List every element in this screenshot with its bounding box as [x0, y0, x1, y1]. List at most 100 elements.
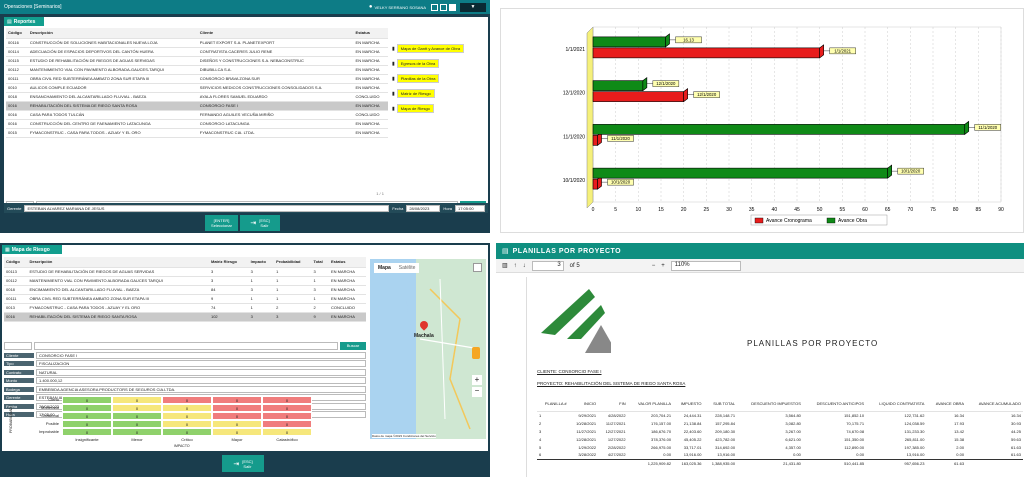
table-row[interactable]: 00112 MANTENIMIENTO VIAL CON PAVIMENTO AL… [6, 65, 388, 75]
matrix-cell[interactable]: 0 [162, 420, 212, 428]
report-item[interactable]: ▮ Mapa de Gantt y Avance de Obra [392, 44, 484, 53]
matrix-cell[interactable]: 0 [212, 404, 262, 412]
report-item[interactable]: ▮ Mapa de Riesgo [392, 104, 484, 113]
info-label: Contrato [4, 369, 34, 375]
column-header[interactable]: Cliente [197, 28, 354, 39]
fullscreen-icon[interactable] [473, 263, 482, 272]
matrix-cell[interactable]: 0 [112, 396, 162, 404]
column-header[interactable]: Estatus [353, 28, 388, 39]
risk-filter-input[interactable] [34, 341, 338, 350]
risk-search-button[interactable]: Buscar [340, 341, 366, 350]
pager[interactable]: 1 / 1 [376, 191, 384, 196]
matrix-cell[interactable]: 0 [62, 404, 112, 412]
column-header[interactable]: Código [6, 28, 28, 39]
table-cell: 9 [311, 312, 329, 322]
report-item[interactable]: ▮ Matriz de Riesgo [392, 89, 484, 98]
table-cell: 15.38 [954, 436, 965, 442]
chart-left-wall [586, 26, 594, 209]
report-label: Planillas de la Obra [396, 74, 440, 83]
table-row[interactable]: 00113 ESTUDIO DE REHABILITACIÓN DE RIEGOS… [4, 267, 366, 277]
table-row[interactable]: 00112 MANTENIMIENTO VIAL CON PAVIMENTO AL… [4, 276, 366, 286]
matrix-cell[interactable]: 0 [112, 428, 162, 436]
table-row[interactable]: 00111 OBRA CIVIL RED SUBTERRÁNEA AMBATO Z… [4, 294, 366, 304]
next-page-icon[interactable]: ↓ [523, 263, 526, 269]
risk-exit-button[interactable]: ⇥ [ESC] Salir [222, 455, 264, 472]
matrix-cell[interactable]: 0 [162, 412, 212, 420]
column-header[interactable]: Estatus [328, 257, 366, 268]
column-header[interactable]: Probabilidad [274, 257, 312, 268]
table-row[interactable]: 0016 CONSTRUCCIÓN DEL CENTRO DE FAENAMIEN… [6, 119, 388, 129]
matrix-cell[interactable]: 0 [62, 412, 112, 420]
column-header: LIQUIDO CONTRATISTA [866, 397, 927, 412]
table-row[interactable]: 0018 ENCIMAMIENTO DEL ALCANTARILLADO FLUV… [4, 285, 366, 295]
window-icon[interactable] [449, 3, 456, 11]
report-item[interactable]: ▮ Planillas de la Obra [392, 74, 484, 83]
prev-page-icon[interactable]: ↑ [514, 263, 517, 269]
matrix-cell[interactable]: 0 [212, 428, 262, 436]
matrix-cell[interactable]: 0 [112, 420, 162, 428]
matrix-cell[interactable]: 0 [162, 396, 212, 404]
table-cell: 13.42 [954, 428, 965, 434]
matrix-col-label: Crítico [181, 437, 193, 442]
matrix-cell[interactable]: 0 [212, 420, 262, 428]
table-row[interactable]: 00114 ADECUACIÓN DE ESPACIOS DEPORTIVOS D… [6, 47, 388, 57]
page-input[interactable]: 3 [531, 260, 564, 271]
pegman-icon[interactable] [472, 347, 480, 359]
map-tab-satellite[interactable]: Satélite [395, 263, 420, 273]
table-row[interactable]: 0016 REHABILITACIÓN DEL SISTEMA DE RIEGO … [4, 312, 366, 322]
matrix-cell[interactable]: 0 [112, 404, 162, 412]
zoom-in-icon[interactable]: + [661, 263, 665, 269]
exit-button[interactable]: ⇥ [ESC] Salir [240, 215, 280, 231]
matrix-cell[interactable]: 0 [62, 428, 112, 436]
matrix-cell[interactable]: 0 [262, 428, 312, 436]
risk-filter-select[interactable] [4, 341, 32, 350]
info-label: Cliente [4, 352, 34, 358]
column-header[interactable]: Total [311, 257, 329, 268]
matrix-cell[interactable]: 0 [262, 412, 312, 420]
matrix-cell[interactable]: 0 [212, 396, 262, 404]
table-row[interactable]: 0016 CASA PARA TODOS TULCÁN FERNANDO AGUIL… [6, 110, 388, 120]
table-cell: 17.93 [954, 420, 965, 426]
matrix-cell[interactable]: 0 [262, 404, 312, 412]
table-row[interactable]: 0013 FYMACONSTRUC - CASA PARA TODOS - AZU… [4, 303, 366, 313]
table-cell: 00113 [4, 267, 28, 277]
sidebar-toggle-icon[interactable]: ▥ [502, 262, 508, 269]
map-tab-map[interactable]: Mapa [374, 263, 395, 273]
table-row[interactable]: 0010 AULICOS COMPLE ECUADOR SERVICIOS MEDI… [6, 83, 388, 93]
matrix-cell[interactable]: 0 [162, 428, 212, 436]
zoom-select[interactable]: 110% [670, 260, 741, 271]
map-view[interactable]: Mapa Satélite Machala + − Datos de mapa … [370, 259, 486, 439]
table-row[interactable]: 00116 CONSTRUCCIÓN DE SOLUCIONES HABITACI… [6, 38, 388, 48]
matrix-cell[interactable]: 0 [62, 420, 112, 428]
table-row[interactable]: 00115 ESTUDIO DE REHABILITACIÓN DE RIEGOS… [6, 56, 388, 66]
x-tick-label: 15 [658, 207, 664, 213]
table-row[interactable]: 0016 REHABILITACIÓN DEL SISTEMA DE RIEGO … [6, 101, 388, 111]
column-header[interactable]: Matriz Riesgo [208, 257, 249, 268]
table-row[interactable]: 00111 OBRA CIVIL RED SUBTERRÁNEA AMBATO Z… [6, 74, 388, 84]
matrix-cell[interactable]: 0 [62, 396, 112, 404]
table-row[interactable]: 0015 FYMACONSTRUC - CASA PARA TODOS - AZU… [6, 128, 388, 138]
matrix-cell[interactable]: 0 [262, 420, 312, 428]
matrix-cell[interactable]: 0 [262, 396, 312, 404]
dropdown-button[interactable]: ▼ [460, 2, 486, 12]
refresh-icon[interactable] [431, 3, 438, 11]
zoom-in-button[interactable]: + [472, 375, 482, 385]
column-header[interactable]: Impacto [248, 257, 275, 268]
matrix-cell[interactable]: 0 [112, 412, 162, 420]
risk-panel: ▦ Mapa de Riesgo Código Descripción Matriz… [2, 245, 488, 451]
matrix-cell[interactable]: 0 [212, 412, 262, 420]
settings-icon[interactable] [440, 3, 447, 11]
matrix-cell[interactable]: 0 [162, 404, 212, 412]
report-item[interactable]: ▮ Egresos de la Obra [392, 59, 484, 68]
select-button[interactable]: [ENTER] Seleccionar [205, 215, 238, 231]
zoom-out-icon[interactable]: − [652, 263, 656, 269]
column-header[interactable]: Descripción [27, 28, 198, 39]
risk-exit-label: [ESC] Salir [242, 458, 253, 469]
table-cell: CONCLUIDO [353, 110, 388, 120]
pdf-toolbar: ▥ ↑ ↓ 3 of 5 − + 110% [496, 259, 1024, 273]
zoom-out-button[interactable]: − [472, 387, 482, 397]
table-cell: 266,975.00 [651, 444, 672, 450]
table-row[interactable]: 0018 ENSANCHAMIENTO DEL ALCANTARILLADO FL… [6, 92, 388, 102]
column-header[interactable]: Código [4, 257, 28, 268]
column-header[interactable]: Descripción [27, 257, 209, 268]
